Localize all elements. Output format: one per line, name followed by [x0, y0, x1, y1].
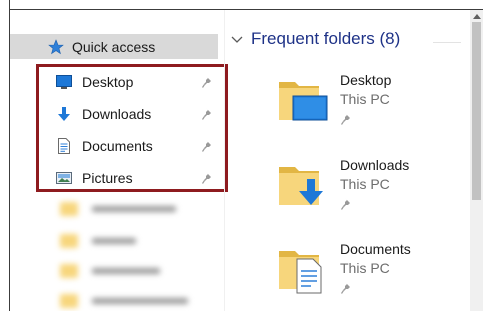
sidebar-item-label: Documents: [82, 138, 153, 154]
quick-access-label: Quick access: [72, 39, 156, 55]
pin-icon[interactable]: [202, 107, 214, 121]
quick-access-item[interactable]: Quick access: [10, 34, 218, 59]
folder-tile-documents[interactable]: Documents This PC: [275, 241, 475, 311]
blurred-sidebar-item: [60, 262, 210, 280]
blurred-sidebar-item: [60, 292, 210, 310]
group-header-rule: [433, 42, 461, 43]
window-top-edge: [0, 0, 483, 10]
pin-icon[interactable]: [202, 75, 214, 89]
documents-folder-icon: [279, 251, 322, 294]
window-left-edge: [0, 0, 10, 311]
folder-location: This PC: [340, 176, 390, 192]
sidebar-item-documents[interactable]: Documents: [56, 134, 226, 158]
folder-tile-desktop[interactable]: Desktop This PC: [275, 72, 475, 142]
navigation-pane: Quick access Desktop Downloads Documents…: [10, 10, 228, 311]
group-header-label: Frequent folders (8): [251, 29, 401, 48]
chevron-down-icon: [231, 36, 243, 43]
sidebar-item-pictures[interactable]: Pictures: [56, 166, 226, 190]
downloads-arrow-icon: [58, 107, 70, 121]
sidebar-item-downloads[interactable]: Downloads: [56, 102, 226, 126]
folder-location: This PC: [340, 260, 390, 276]
pin-icon: [341, 282, 350, 294]
pin-icon: [341, 198, 350, 210]
star-icon: [48, 39, 64, 55]
sidebar-item-label: Pictures: [82, 170, 133, 186]
folder-name: Downloads: [340, 157, 410, 173]
folder-name: Desktop: [340, 72, 392, 88]
folder-location: This PC: [340, 91, 390, 107]
blurred-sidebar-item: [60, 200, 210, 218]
pin-icon[interactable]: [202, 171, 214, 185]
scroll-up-arrow-icon[interactable]: [473, 13, 481, 19]
sidebar-item-desktop[interactable]: Desktop: [56, 70, 226, 94]
document-icon: [58, 138, 70, 154]
content-pane: Frequent folders (8) Desktop This PC Dow…: [225, 10, 483, 311]
frequent-folders-header[interactable]: Frequent folders (8): [231, 28, 400, 50]
folder-tile-downloads[interactable]: Downloads This PC: [275, 157, 475, 227]
pin-icon[interactable]: [202, 139, 214, 153]
scrollbar-thumb[interactable]: [472, 22, 481, 200]
pictures-icon: [56, 172, 72, 184]
desktop-folder-icon: [279, 82, 328, 121]
desktop-icon: [56, 75, 72, 89]
pin-icon: [341, 113, 350, 125]
sidebar-item-label: Desktop: [82, 74, 134, 90]
blurred-sidebar-item: [60, 232, 210, 250]
downloads-folder-icon: [279, 167, 323, 205]
sidebar-item-label: Downloads: [82, 106, 152, 122]
folder-name: Documents: [340, 241, 411, 257]
